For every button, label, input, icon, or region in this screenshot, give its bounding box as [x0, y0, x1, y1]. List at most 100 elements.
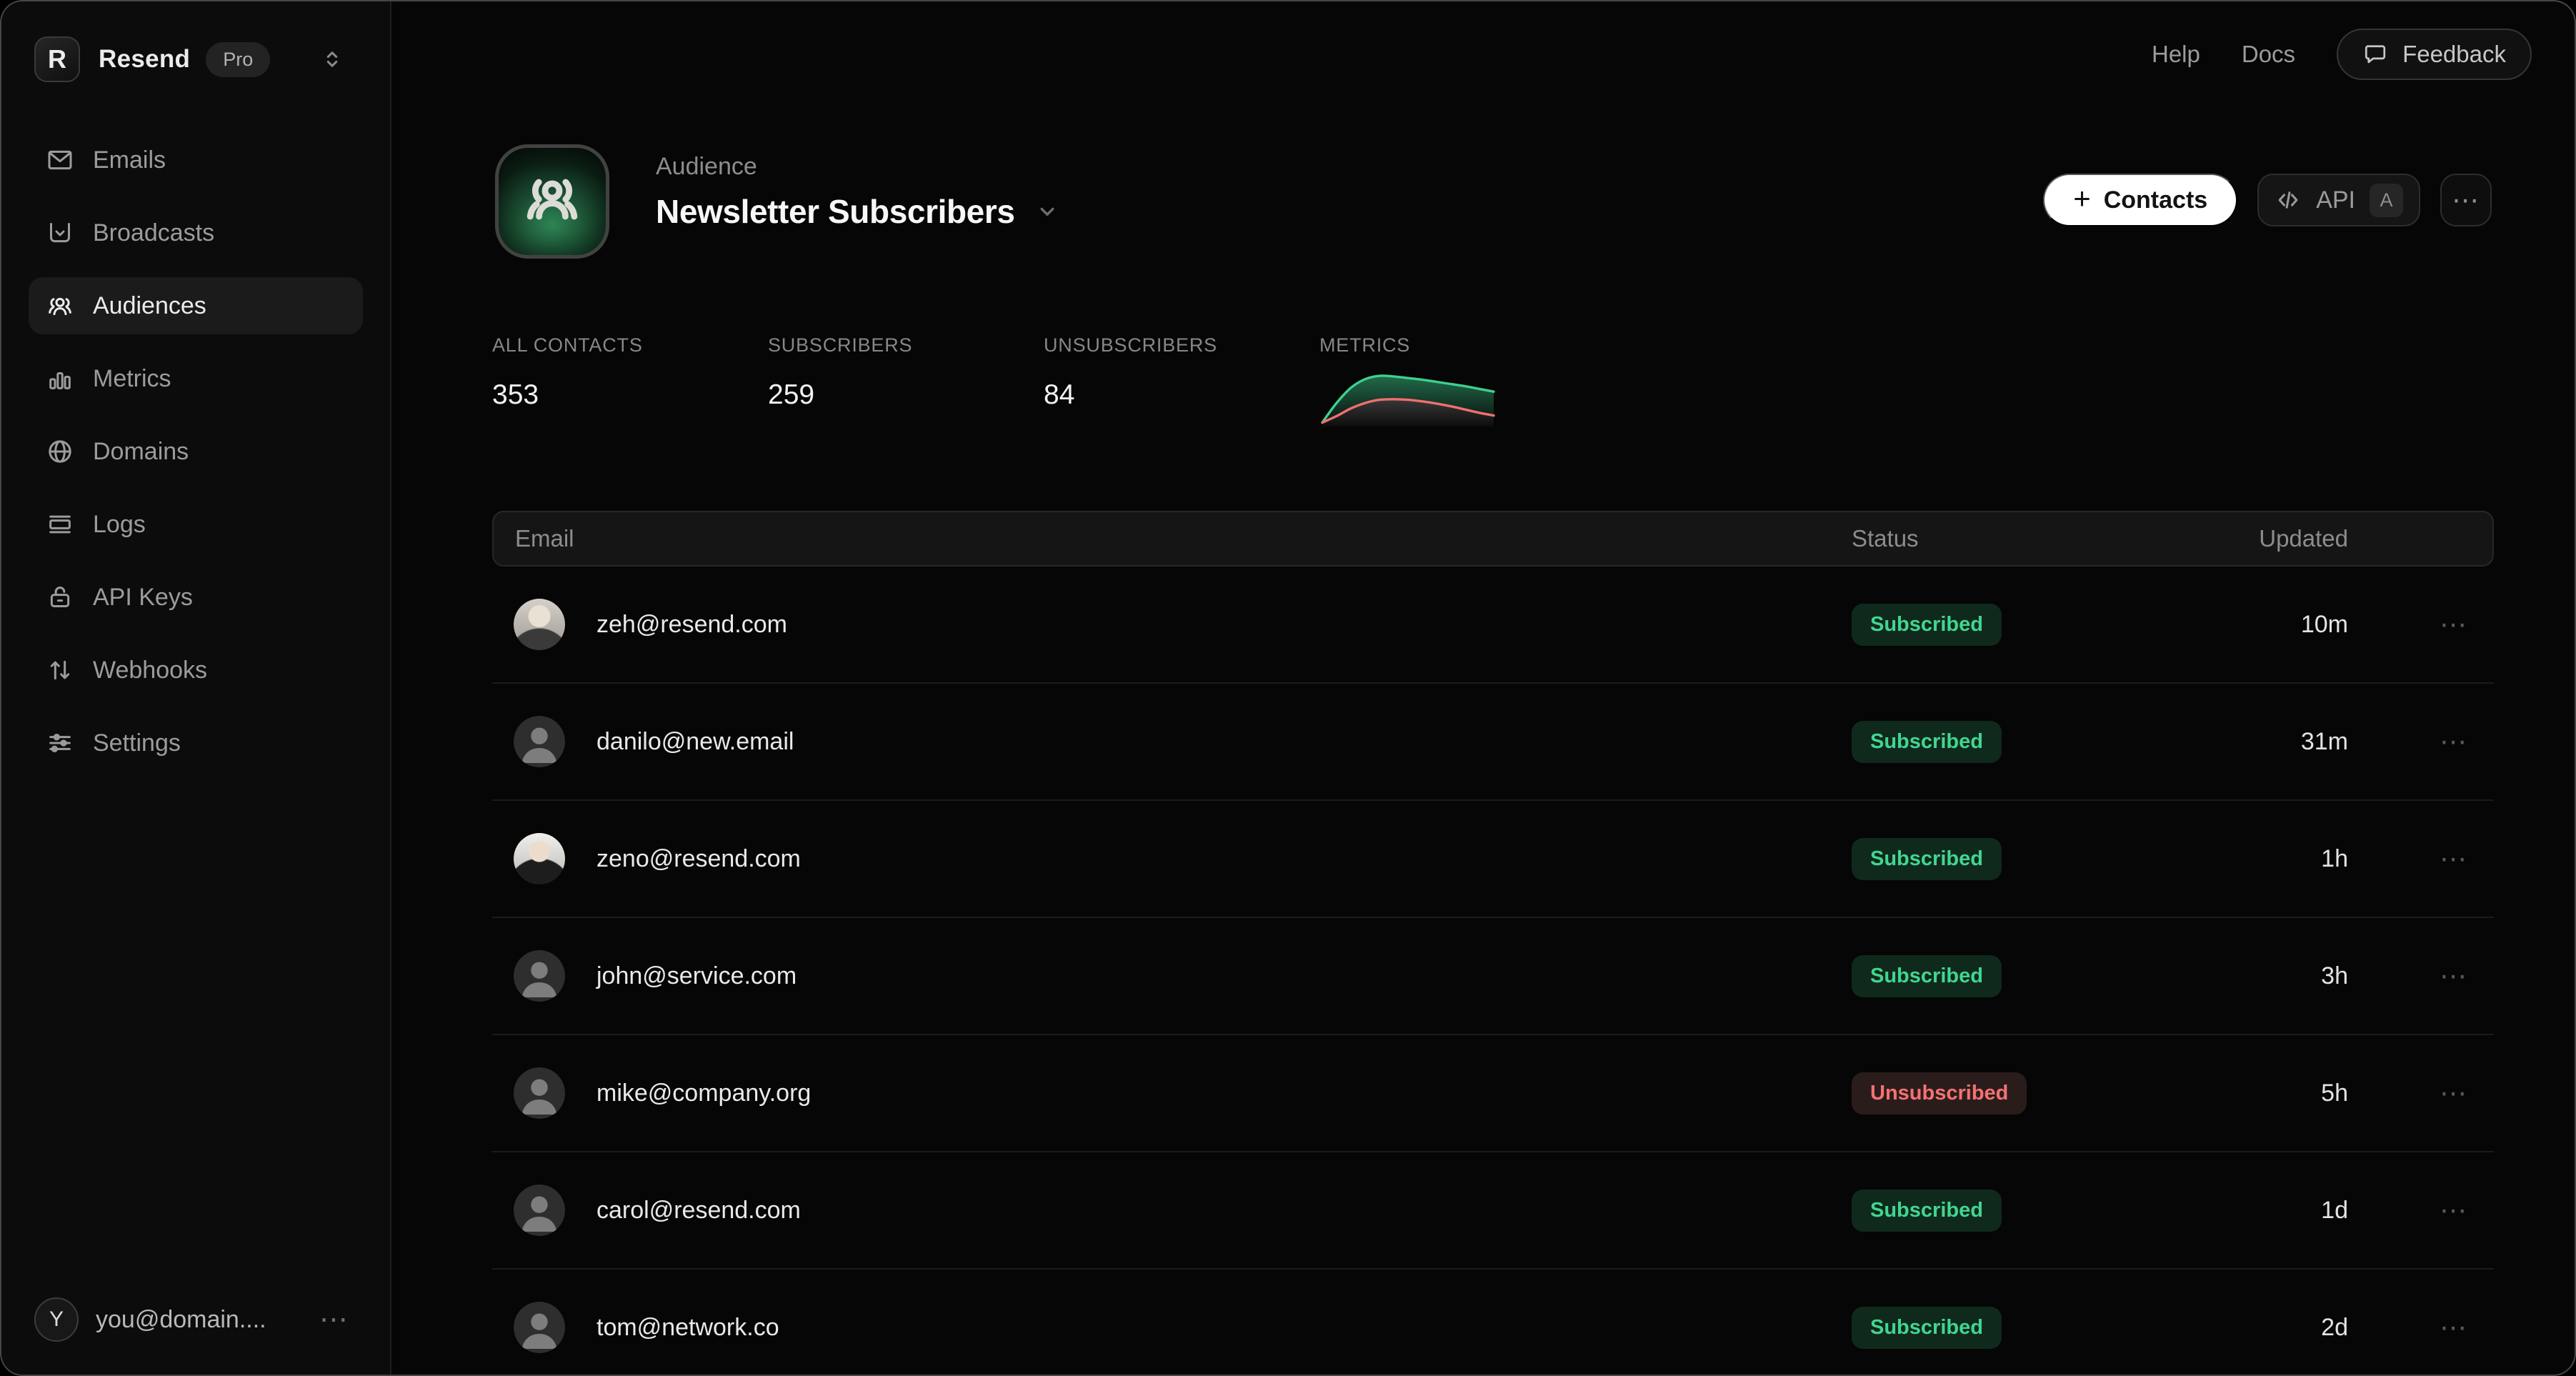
row-menu-ellipsis-icon[interactable]: ⋯ [2440, 1312, 2494, 1344]
stats-row: ALL CONTACTS 353 SUBSCRIBERS 259 UNSUBSC… [492, 334, 1595, 430]
api-button[interactable]: API A [2257, 174, 2420, 226]
stat-label: UNSUBSCRIBERS [1044, 334, 1319, 357]
sidebar-item-label: Emails [93, 146, 166, 174]
sidebar-item-metrics[interactable]: Metrics [29, 350, 363, 407]
topbar: Help Docs Feedback [2152, 29, 2532, 80]
email-cell: zeno@resend.com [492, 833, 1852, 884]
docs-link[interactable]: Docs [2242, 41, 2295, 68]
column-header-email: Email [494, 525, 1852, 552]
email-cell: john@service.com [492, 950, 1852, 1002]
table-row[interactable]: carol@resend.com Subscribed 1d ⋯ [492, 1152, 2494, 1270]
plus-icon: + [2073, 184, 2091, 214]
row-menu-ellipsis-icon[interactable]: ⋯ [2440, 1195, 2494, 1227]
email-cell: danilo@new.email [492, 716, 1852, 767]
audience-avatar-icon [495, 144, 609, 259]
sidebar-item-label: Logs [93, 511, 146, 539]
table-row[interactable]: mike@company.org Unsubscribed 5h ⋯ [492, 1035, 2494, 1152]
sidebar-item-audiences[interactable]: Audiences [29, 277, 363, 334]
table-row[interactable]: danilo@new.email Subscribed 31m ⋯ [492, 684, 2494, 801]
stat-all-contacts: ALL CONTACTS 353 [492, 334, 768, 430]
stat-subscribers: SUBSCRIBERS 259 [768, 334, 1044, 430]
workspace-switcher[interactable]: R Resend Pro [34, 36, 344, 83]
sidebar-item-emails[interactable]: Emails [29, 131, 363, 189]
status-badge: Unsubscribed [1852, 1072, 2027, 1115]
sidebar-item-broadcasts[interactable]: Broadcasts [29, 204, 363, 261]
stat-value: 353 [492, 379, 768, 411]
arrows-up-down-icon [46, 656, 74, 684]
sidebar-nav: Emails Broadcasts Audiences Metrics Doma… [29, 131, 363, 772]
user-menu-ellipsis-icon[interactable]: ⋯ [319, 1303, 350, 1336]
help-link[interactable]: Help [2152, 41, 2200, 68]
status-badge: Subscribed [1852, 604, 2002, 646]
more-options-button[interactable]: ⋯ [2440, 174, 2492, 226]
status-badge: Subscribed [1852, 955, 2002, 997]
user-email: you@domain.... [96, 1306, 266, 1334]
contact-email: carol@resend.com [596, 1197, 801, 1225]
sidebar-item-webhooks[interactable]: Webhooks [29, 642, 363, 699]
rows-icon [46, 510, 74, 539]
stat-metrics: METRICS [1319, 334, 1595, 430]
table-row[interactable]: zeh@resend.com Subscribed 10m ⋯ [492, 567, 2494, 684]
updated-time: 1h [2137, 845, 2348, 873]
avatar-placeholder [514, 950, 565, 1002]
contact-email: zeno@resend.com [596, 845, 801, 873]
sidebar-item-logs[interactable]: Logs [29, 496, 363, 553]
feedback-button[interactable]: Feedback [2337, 29, 2532, 80]
contact-email: john@service.com [596, 962, 797, 990]
header-actions: + Contacts API A ⋯ [2043, 174, 2492, 226]
brand-name: Resend [99, 45, 190, 74]
row-menu-ellipsis-icon[interactable]: ⋯ [2440, 609, 2494, 641]
user-account[interactable]: Y you@domain.... ⋯ [34, 1296, 350, 1343]
add-contacts-button[interactable]: + Contacts [2043, 174, 2237, 226]
row-menu-ellipsis-icon[interactable]: ⋯ [2440, 726, 2494, 758]
status-badge: Subscribed [1852, 838, 2002, 880]
table-row[interactable]: zeno@resend.com Subscribed 1h ⋯ [492, 801, 2494, 918]
stat-label: METRICS [1319, 334, 1595, 357]
column-header-status: Status [1852, 525, 2137, 552]
sidebar-item-domains[interactable]: Domains [29, 423, 363, 480]
email-cell: tom@network.co [492, 1302, 1852, 1353]
app-window: R Resend Pro Emails Broadcasts Audiences… [0, 0, 2576, 1376]
row-menu-ellipsis-icon[interactable]: ⋯ [2440, 843, 2494, 875]
stat-value: 84 [1044, 379, 1319, 411]
stat-value: 259 [768, 379, 1044, 411]
status-badge: Subscribed [1852, 1190, 2002, 1232]
contacts-label: Contacts [2104, 186, 2207, 214]
sliders-icon [46, 729, 74, 757]
updated-time: 2d [2137, 1314, 2348, 1342]
contact-email: mike@company.org [596, 1080, 811, 1107]
contact-email: zeh@resend.com [596, 611, 787, 639]
updated-time: 3h [2137, 962, 2348, 990]
sidebar: R Resend Pro Emails Broadcasts Audiences… [1, 1, 391, 1375]
email-cell: mike@company.org [492, 1067, 1852, 1119]
avatar-placeholder [514, 1302, 565, 1353]
sidebar-item-label: API Keys [93, 584, 193, 612]
main-content: Help Docs Feedback Audience News [393, 1, 2575, 1375]
sidebar-item-label: Metrics [93, 365, 171, 393]
row-menu-ellipsis-icon[interactable]: ⋯ [2440, 960, 2494, 992]
sidebar-item-settings[interactable]: Settings [29, 714, 363, 772]
code-icon [2275, 186, 2302, 214]
contact-email: tom@network.co [596, 1314, 779, 1342]
ellipsis-icon: ⋯ [2452, 184, 2480, 216]
status-badge: Subscribed [1852, 721, 2002, 763]
sidebar-item-label: Webhooks [93, 657, 207, 684]
avatar-photo [514, 833, 565, 884]
page-header: Audience Newsletter Subscribers [656, 153, 1059, 231]
table-row[interactable]: john@service.com Subscribed 3h ⋯ [492, 918, 2494, 1035]
page-eyebrow: Audience [656, 153, 1059, 181]
email-cell: zeh@resend.com [492, 599, 1852, 650]
avatar-placeholder [514, 1185, 565, 1236]
stat-label: ALL CONTACTS [492, 334, 768, 357]
table-row[interactable]: tom@network.co Subscribed 2d ⋯ [492, 1270, 2494, 1376]
chevron-down-icon[interactable] [1035, 199, 1059, 224]
stat-unsubscribers: UNSUBSCRIBERS 84 [1044, 334, 1319, 430]
mail-icon [46, 146, 74, 174]
globe-icon [46, 437, 74, 466]
row-menu-ellipsis-icon[interactable]: ⋯ [2440, 1077, 2494, 1110]
chevron-up-down-icon[interactable] [320, 47, 344, 71]
contact-email: danilo@new.email [596, 728, 794, 756]
plan-badge: Pro [206, 42, 270, 77]
column-header-updated: Updated [2137, 525, 2348, 552]
sidebar-item-api-keys[interactable]: API Keys [29, 569, 363, 626]
